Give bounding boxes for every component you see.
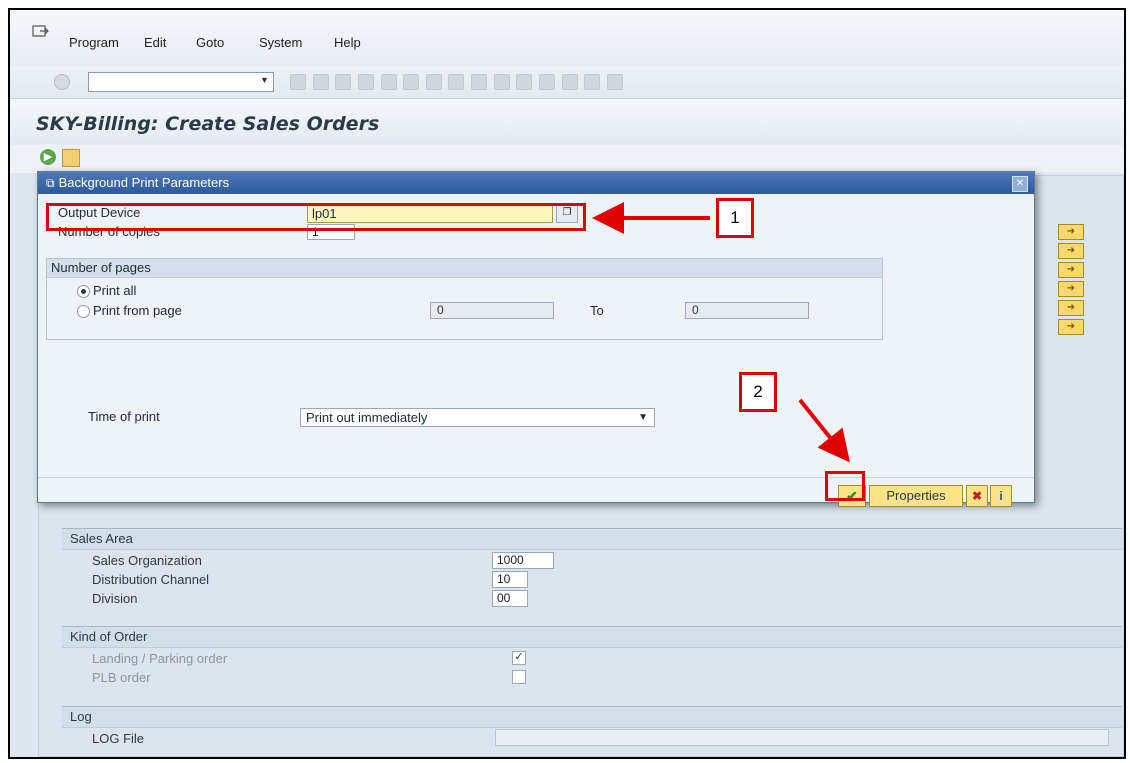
dialog-title: Background Print Parameters [58,175,230,190]
save-icon[interactable] [290,74,306,90]
first-page-icon[interactable] [448,74,465,90]
close-icon[interactable]: ✕ [1012,176,1028,192]
back-icon[interactable] [312,74,329,90]
command-dropdown-icon[interactable]: ▼ [260,75,270,85]
row-label: LOG File [92,731,145,746]
row-label: Landing / Parking order [92,651,228,666]
group-title: Log [62,707,1122,728]
prev-page-icon[interactable] [471,74,487,90]
row-label: Division [92,591,138,606]
execute-icon[interactable]: ▶ [40,149,56,165]
shortcut-icon[interactable] [561,74,578,90]
row-label: Distribution Channel [92,572,210,587]
dialog-window-icon: ⧉ [46,176,55,190]
log-file-input[interactable] [495,729,1109,746]
sales-org-input[interactable]: 1000 [492,552,554,569]
last-page-icon[interactable] [516,74,533,90]
multiple-selection-icon[interactable]: ➜ [1058,281,1084,297]
multiple-selection-icon[interactable]: ➜ [1058,262,1084,278]
menu-help[interactable]: Help [334,35,361,50]
dialog-title-bar: ⧉ Background Print Parameters ✕ [38,172,1034,194]
row-label: PLB order [92,670,151,685]
pages-group: Number of pages Print all Print from pag… [46,258,883,340]
variant-icon[interactable] [62,149,80,167]
multiple-selection-icon[interactable]: ➜ [1058,300,1084,316]
application-toolbar: ▶ [10,145,1124,173]
toolbar-icons [290,74,626,90]
print-all-label: Print all [93,283,137,298]
to-page-input[interactable]: 0 [685,302,809,319]
row-label: Sales Organization [92,553,202,568]
command-field[interactable] [88,72,274,92]
next-page-icon[interactable] [493,74,510,90]
plb-order-checkbox[interactable] [512,670,526,684]
menu-bar: Program Edit Goto System Help [10,10,1124,67]
menu-toggle-icon[interactable] [32,24,50,38]
menu-edit[interactable]: Edit [144,35,166,50]
time-of-print-select[interactable]: Print out immediately ▼ [300,408,655,427]
group-title: Sales Area [62,529,1122,550]
new-session-icon[interactable] [538,74,555,90]
print-from-radio[interactable] [77,305,90,318]
cancel-button[interactable]: ✖ [966,485,988,507]
find-next-icon[interactable] [425,74,442,90]
menu-program[interactable]: Program [69,35,119,50]
exit-icon[interactable] [335,74,352,90]
chevron-down-icon[interactable]: ▼ [638,409,648,426]
menu-goto[interactable]: Goto [196,35,224,50]
properties-button[interactable]: Properties [869,485,963,507]
multiple-selection-icon[interactable]: ➜ [1058,243,1084,259]
layout-icon[interactable] [606,74,623,90]
print-all-radio[interactable] [77,285,90,298]
kind-of-order-group: Kind of Order Landing / Parking order ✓ … [62,626,1122,697]
multiple-selection-buttons: ➜ ➜ ➜ ➜ ➜ ➜ [1058,224,1086,338]
multiple-selection-icon[interactable]: ➜ [1058,319,1084,335]
division-input[interactable]: 00 [492,590,528,607]
landing-parking-checkbox[interactable]: ✓ [512,651,526,665]
standard-toolbar: ▼ [10,66,1124,99]
group-title: Kind of Order [62,627,1122,648]
log-group: Log LOG File [62,706,1122,757]
pages-group-title: Number of pages [47,259,882,278]
help-icon[interactable] [584,74,601,90]
page-title: SKY-Billing: Create Sales Orders [36,113,380,135]
menu-system[interactable]: System [259,35,302,50]
time-of-print-label: Time of print [88,409,160,424]
highlight-box-continue [825,471,865,501]
callout-1: 1 [716,198,754,238]
highlight-box-output-device [46,203,586,231]
find-icon[interactable] [403,74,420,90]
print-from-label: Print from page [93,303,182,318]
distribution-channel-input[interactable]: 10 [492,571,528,588]
sales-area-group: Sales Area Sales Organization 1000 Distr… [62,528,1122,615]
print-icon[interactable] [380,74,397,90]
enter-icon[interactable] [54,74,70,90]
cancel-icon[interactable] [357,74,374,90]
multiple-selection-icon[interactable]: ➜ [1058,224,1084,240]
callout-2: 2 [739,372,777,412]
info-button[interactable]: i [990,485,1012,507]
from-page-input[interactable]: 0 [430,302,554,319]
title-area: SKY-Billing: Create Sales Orders [10,99,1124,145]
time-of-print-value: Print out immediately [306,410,428,425]
sap-window: Program Edit Goto System Help ▼ SKY-Bill… [8,8,1126,759]
to-label: To [590,303,604,318]
